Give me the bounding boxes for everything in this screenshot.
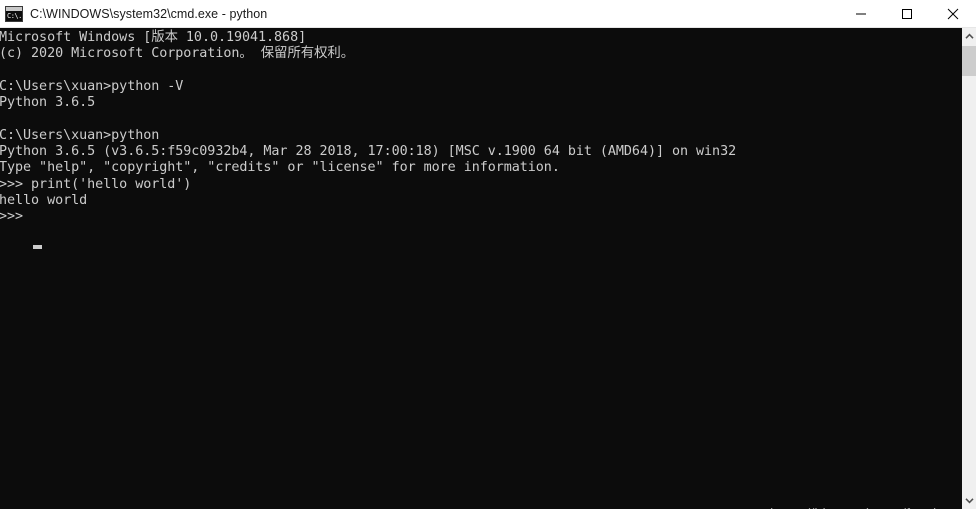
scrollbar-down-button[interactable] — [962, 492, 976, 509]
cmd-console-icon: C:\. — [5, 5, 23, 22]
console-output-area[interactable]: Microsoft Windows [版本 10.0.19041.868] (c… — [0, 28, 962, 509]
scrollbar-up-button[interactable] — [962, 28, 976, 45]
close-icon — [947, 8, 959, 20]
maximize-button[interactable] — [884, 0, 930, 28]
close-button[interactable] — [930, 0, 976, 28]
cmd-icon-prompt-glyph: C:\. — [7, 11, 22, 20]
chevron-up-icon — [964, 33, 974, 39]
console-scrollbar[interactable] — [962, 28, 976, 509]
console-text: Microsoft Windows [版本 10.0.19041.868] (c… — [0, 30, 737, 225]
chevron-down-icon — [964, 498, 974, 504]
minimize-button[interactable] — [838, 0, 884, 28]
window-titlebar[interactable]: C:\. C:\WINDOWS\system32\cmd.exe - pytho… — [0, 0, 976, 28]
minimize-icon — [856, 13, 866, 15]
maximize-icon — [902, 9, 912, 19]
text-cursor — [33, 245, 42, 249]
scrollbar-thumb[interactable] — [962, 46, 976, 76]
cmd-window: C:\. C:\WINDOWS\system32\cmd.exe - pytho… — [0, 0, 976, 509]
window-controls — [838, 0, 976, 28]
window-title: C:\WINDOWS\system32\cmd.exe - python — [30, 6, 268, 21]
